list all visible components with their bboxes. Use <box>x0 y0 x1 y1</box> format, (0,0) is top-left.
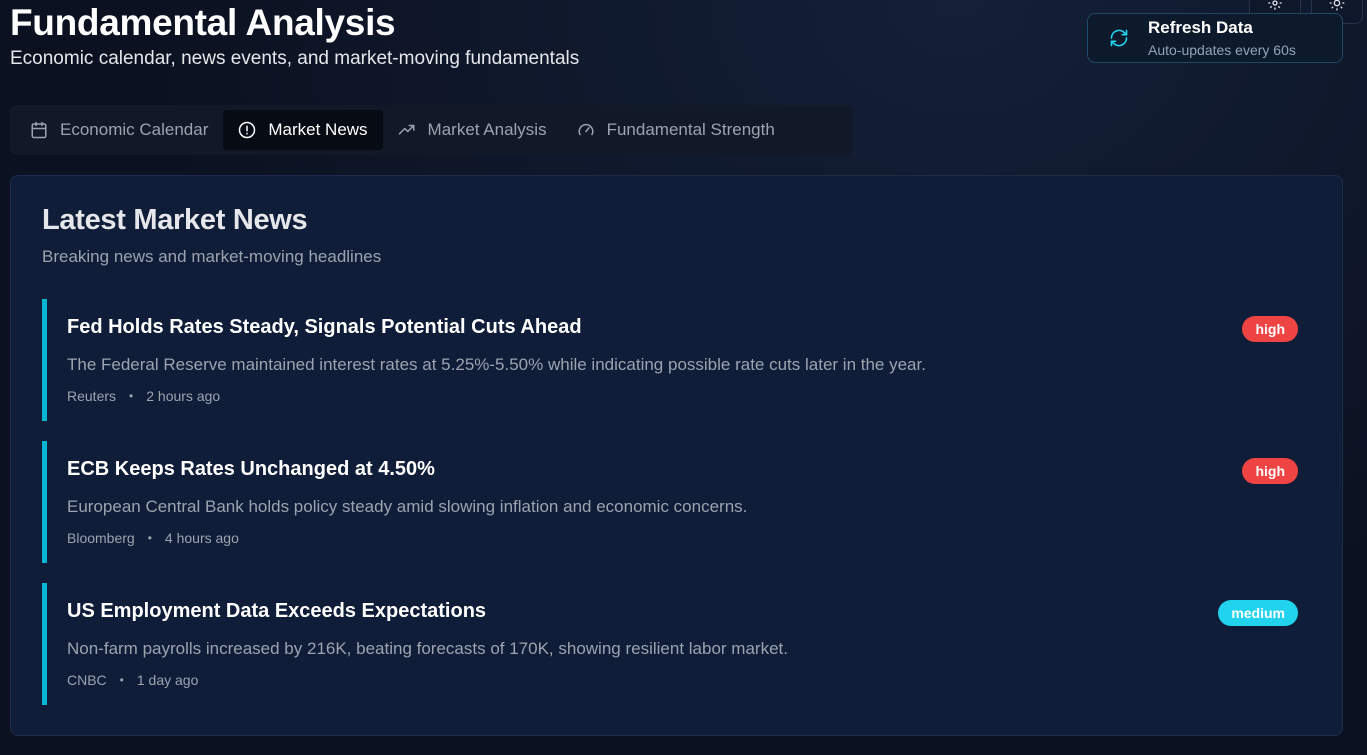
news-item[interactable]: US Employment Data Exceeds Expectations … <box>42 583 1298 705</box>
news-description: The Federal Reserve maintained interest … <box>67 355 926 374</box>
news-card-title: Latest Market News <box>42 204 308 236</box>
refresh-label: Refresh Data <box>1148 17 1253 37</box>
separator-dot: • <box>119 673 124 687</box>
impact-badge: high <box>1242 316 1298 342</box>
news-headline[interactable]: Fed Holds Rates Steady, Signals Potentia… <box>67 316 582 339</box>
news-headline[interactable]: US Employment Data Exceeds Expectations <box>67 600 486 623</box>
tab-label: Market Analysis <box>427 120 547 139</box>
news-source: Bloomberg <box>67 530 135 546</box>
news-item[interactable]: Fed Holds Rates Steady, Signals Potentia… <box>42 299 1298 421</box>
impact-badge: high <box>1242 458 1298 484</box>
refresh-icon <box>1110 29 1128 47</box>
news-time: 4 hours ago <box>164 530 239 546</box>
tab-fundamental-strength[interactable]: Fundamental Strength <box>562 110 790 150</box>
news-card-subtitle: Breaking news and market-moving headline… <box>42 247 382 266</box>
page-title: Fundamental Analysis <box>10 2 396 43</box>
news-description: European Central Bank holds policy stead… <box>67 497 748 516</box>
gauge-icon <box>578 123 594 136</box>
market-news-card: Latest Market News Breaking news and mar… <box>10 175 1343 736</box>
tab-market-news[interactable]: Market News <box>223 110 383 150</box>
news-headline[interactable]: ECB Keeps Rates Unchanged at 4.50% <box>67 458 435 481</box>
news-item[interactable]: ECB Keeps Rates Unchanged at 4.50% Europ… <box>42 441 1298 563</box>
separator-dot: • <box>147 531 152 545</box>
news-meta: CNBC • 1 day ago <box>67 672 198 688</box>
news-meta: Reuters • 2 hours ago <box>67 388 220 404</box>
page-subtitle: Economic calendar, news events, and mark… <box>10 48 580 69</box>
gear-icon <box>1268 0 1282 10</box>
news-time: 2 hours ago <box>146 388 221 404</box>
tab-economic-calendar[interactable]: Economic Calendar <box>15 110 223 150</box>
impact-badge: medium <box>1218 600 1298 626</box>
news-meta: Bloomberg • 4 hours ago <box>67 530 239 546</box>
tab-label: Market News <box>268 120 368 139</box>
alert-circle-icon <box>239 121 256 139</box>
tab-market-analysis[interactable]: Market Analysis <box>383 110 562 150</box>
calendar-icon <box>31 121 47 139</box>
refresh-sublabel: Auto-updates every 60s <box>1148 41 1296 58</box>
news-source: CNBC <box>67 672 107 688</box>
tab-label: Fundamental Strength <box>606 120 775 139</box>
news-source: Reuters <box>67 388 117 404</box>
news-description: Non-farm payrolls increased by 216K, bea… <box>67 639 788 658</box>
refresh-data-button[interactable]: Refresh Data Auto-updates every 60s <box>1087 13 1343 63</box>
trending-up-icon <box>398 124 415 135</box>
separator-dot: • <box>129 389 134 403</box>
sun-icon <box>1329 0 1345 11</box>
news-time: 1 day ago <box>136 672 199 688</box>
tab-label: Economic Calendar <box>60 120 209 139</box>
tab-bar: Economic Calendar Market News Market Ana… <box>10 105 853 155</box>
